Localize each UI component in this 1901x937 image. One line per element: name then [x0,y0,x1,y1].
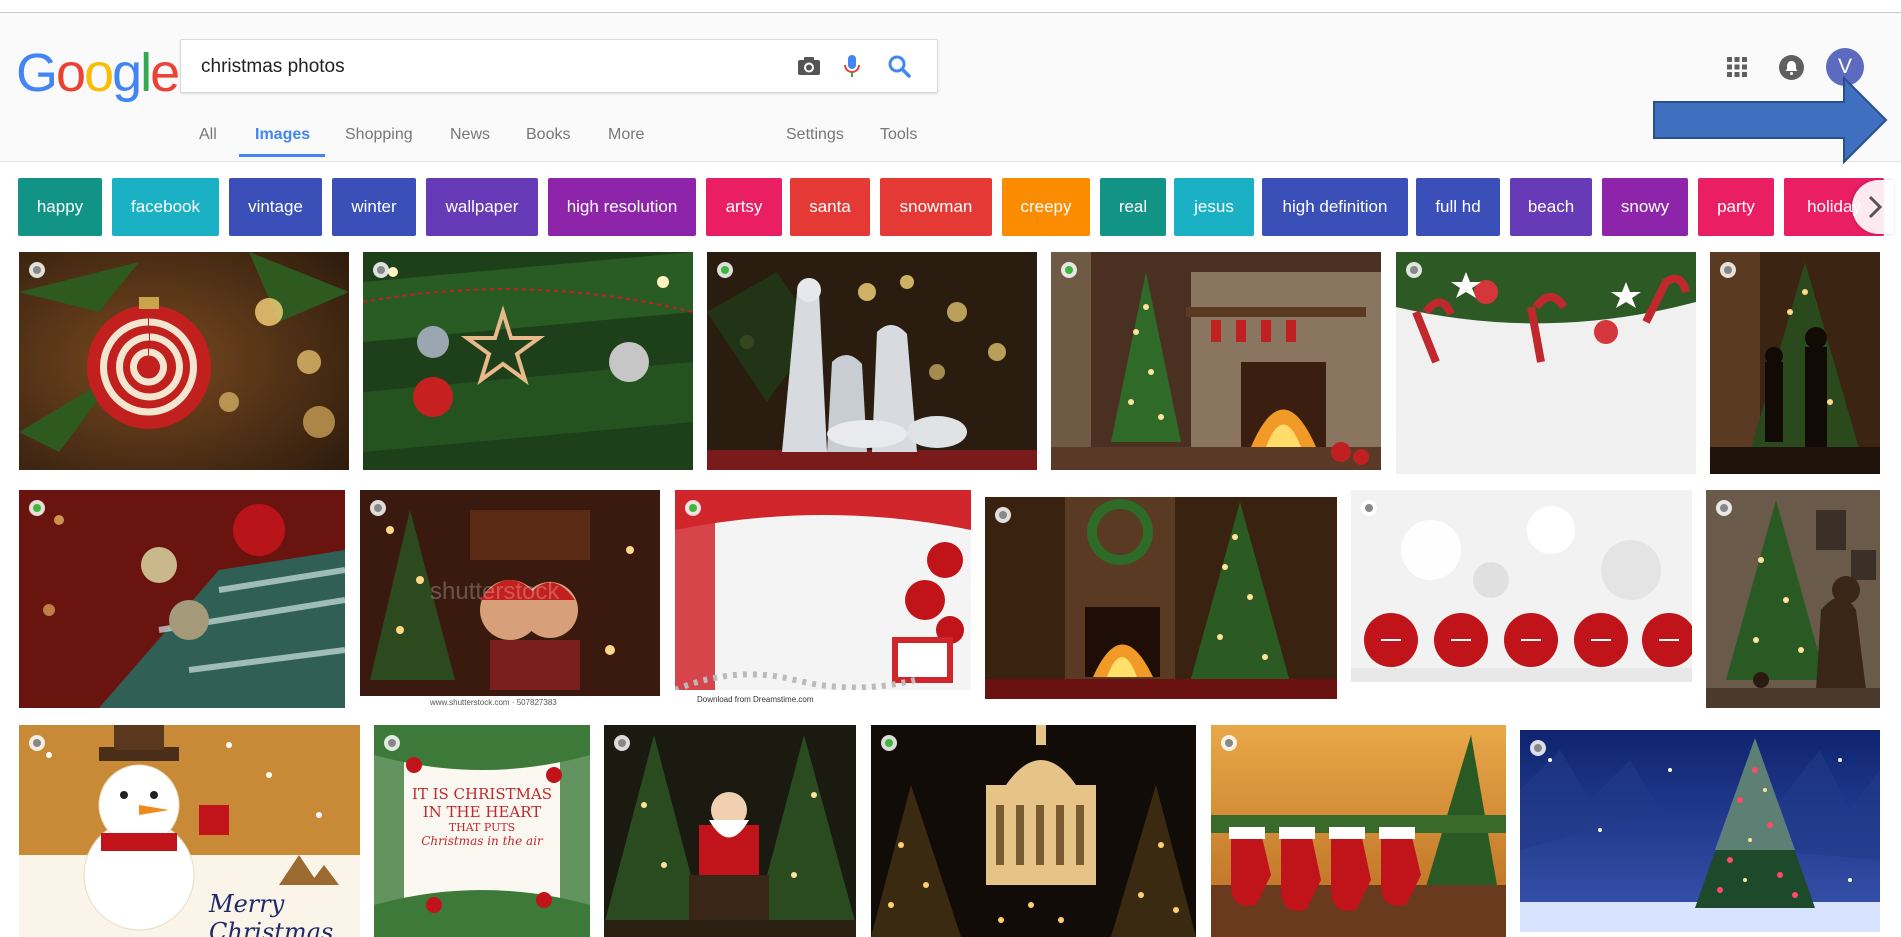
image-result[interactable] [871,725,1196,937]
chip-creepy[interactable]: creepy [1002,178,1090,236]
snowman-card-text: Merry Christmas [209,890,334,937]
chips-scroll-right-button[interactable] [1852,180,1894,234]
tab-images[interactable]: Images [255,126,310,144]
heart-card-line: Christmas in the air [421,834,543,848]
tab-books[interactable]: Books [526,126,570,144]
image-badge [370,500,386,516]
heart-card-line: IN THE HEART [422,803,542,821]
image-result[interactable] [1051,252,1381,470]
tab-all[interactable]: All [199,126,217,144]
image-result[interactable] [1211,725,1506,937]
image-result[interactable] [19,490,345,708]
chip-full-hd[interactable]: full hd [1416,178,1500,236]
chip-winter[interactable]: winter [332,178,416,236]
chip-vintage[interactable]: vintage [229,178,322,236]
image-result[interactable] [985,497,1337,699]
image-result[interactable] [707,252,1037,470]
chip-snowy[interactable]: snowy [1602,178,1688,236]
image-badge [614,735,630,751]
image-result[interactable] [1396,252,1696,474]
image-badge [384,735,400,751]
image-badge [1530,740,1546,756]
related-search-chips: happy facebook vintage winter wallpaper … [18,178,1888,238]
search-header: Google All Images Shopping News Books Mo… [0,13,1901,162]
image-result[interactable] [1351,490,1692,682]
tab-settings[interactable]: Settings [786,126,844,144]
chip-wallpaper[interactable]: wallpaper [426,178,538,236]
image-badge [685,500,701,516]
image-badge [373,262,389,278]
google-logo[interactable]: Google [16,43,180,103]
logo-letter: G [16,43,58,103]
chip-real[interactable]: real [1100,178,1166,236]
chevron-right-icon [1868,195,1883,219]
chip-artsy[interactable]: artsy [706,178,782,236]
image-badge [995,507,1011,523]
chip-happy[interactable]: happy [18,178,102,236]
chip-beach[interactable]: beach [1510,178,1592,236]
heart-card-text: IT IS CHRISTMAS IN THE HEART THAT PUTS C… [404,785,560,848]
watermark-text: shutterstock [430,578,560,605]
microphone-icon[interactable] [838,52,866,80]
chip-facebook[interactable]: facebook [112,178,219,236]
logo-letter: o [56,43,86,103]
chip-high-definition[interactable]: high definition [1262,178,1408,236]
heart-card-line: IT IS CHRISTMAS [411,785,553,803]
chip-high-resolution[interactable]: high resolution [548,178,696,236]
image-result[interactable] [1520,730,1880,932]
chip-party[interactable]: party [1698,178,1774,236]
image-result[interactable] [1710,252,1880,474]
image-badge [881,735,897,751]
camera-icon[interactable] [795,52,823,80]
image-badge [1720,262,1736,278]
image-result[interactable] [604,725,856,937]
search-input[interactable] [199,40,763,94]
tab-news[interactable]: News [450,126,490,144]
chip-snowman[interactable]: snowman [880,178,992,236]
right-arrow-annotation-icon [1653,76,1888,164]
tab-tools[interactable]: Tools [880,126,917,144]
window-top-border [0,0,1901,13]
image-source-caption: www.shutterstock.com · 507827383 [430,698,557,707]
image-source-caption: Download from Dreamstime.com [697,695,814,704]
chip-santa[interactable]: santa [790,178,870,236]
image-result[interactable] [363,252,693,470]
image-badge [717,262,733,278]
image-badge [1361,500,1377,516]
chip-jesus[interactable]: jesus [1174,178,1254,236]
search-icon[interactable] [885,52,913,80]
image-badge [29,500,45,516]
apps-grid-icon[interactable] [1726,56,1748,78]
image-result[interactable]: IT IS CHRISTMAS IN THE HEART THAT PUTS C… [374,725,590,937]
logo-letter: e [150,43,180,103]
image-badge [29,262,45,278]
active-tab-indicator [239,154,325,157]
image-result[interactable]: Merry Christmas [19,725,360,937]
tab-more[interactable]: More [608,126,644,144]
logo-letter: l [140,43,152,103]
image-badge [1061,262,1077,278]
tab-shopping[interactable]: Shopping [345,126,413,144]
logo-letter: o [84,43,114,103]
heart-card-line: THAT PUTS [448,821,516,834]
image-badge [29,735,45,751]
image-result[interactable] [19,252,349,470]
image-badge [1406,262,1422,278]
image-result[interactable]: www.shutterstock.com · 507827383 shutter… [360,490,660,708]
image-result[interactable]: Download from Dreamstime.com [675,490,971,708]
image-result[interactable] [1706,490,1880,708]
image-badge [1221,735,1237,751]
logo-letter: g [112,43,142,103]
search-box [180,39,938,94]
image-badge [1716,500,1732,516]
